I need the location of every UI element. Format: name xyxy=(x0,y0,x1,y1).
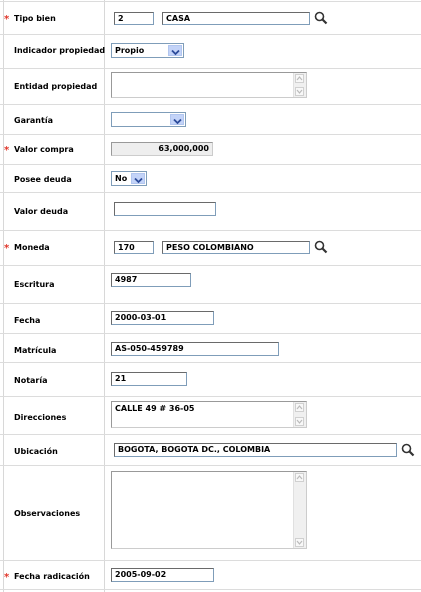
indicador-propiedad-select[interactable]: Propio xyxy=(111,43,184,58)
chevron-down-icon xyxy=(173,118,182,125)
observaciones-label: Observaciones xyxy=(14,509,81,518)
direcciones-textarea[interactable]: CALLE 49 # 36-05 xyxy=(111,401,307,428)
scrollbar[interactable] xyxy=(293,402,306,427)
dropdown-button[interactable] xyxy=(168,45,182,56)
fecha-radicacion-label: Fecha radicación xyxy=(14,572,90,581)
ubicacion-label: Ubicación xyxy=(14,447,58,456)
garantia-label: Garantía xyxy=(14,116,53,125)
tipo-bien-code-input[interactable]: 2 xyxy=(114,12,154,25)
entidad-propiedad-label: Entidad propiedad xyxy=(14,82,98,91)
fecha-label: Fecha xyxy=(14,316,41,325)
scroll-up-arrow[interactable] xyxy=(295,403,304,412)
scroll-down-arrow[interactable] xyxy=(295,87,304,96)
dropdown-button[interactable] xyxy=(170,114,184,125)
dropdown-button[interactable] xyxy=(131,173,145,184)
moneda-label: Moneda xyxy=(14,243,50,252)
posee-deuda-value: No xyxy=(115,174,128,183)
escritura-input[interactable]: 4987 xyxy=(111,273,191,287)
required-marker: * xyxy=(4,572,10,583)
fecha-input[interactable]: 2000-03-01 xyxy=(111,311,214,325)
chevron-down-icon xyxy=(171,49,180,56)
moneda-code-input[interactable]: 170 xyxy=(114,241,154,254)
direcciones-value: CALLE 49 # 36-05 xyxy=(115,404,195,413)
indicador-propiedad-label: Indicador propiedad xyxy=(14,46,106,55)
scroll-up-arrow[interactable] xyxy=(295,473,304,482)
scrollbar[interactable] xyxy=(293,73,306,97)
matricula-label: Matrícula xyxy=(14,346,57,355)
matricula-input[interactable]: AS-050-459789 xyxy=(111,342,279,356)
scrollbar[interactable] xyxy=(293,472,306,548)
tipo-bien-label: Tipo bien xyxy=(14,14,56,23)
posee-deuda-label: Posee deuda xyxy=(14,175,72,184)
escritura-label: Escritura xyxy=(14,280,55,289)
required-marker: * xyxy=(4,243,10,254)
required-marker: * xyxy=(4,145,10,156)
scroll-up-arrow[interactable] xyxy=(295,74,304,83)
fecha-radicacion-input[interactable]: 2005-09-02 xyxy=(111,568,214,582)
required-marker: * xyxy=(4,14,10,25)
posee-deuda-select[interactable]: No xyxy=(111,171,147,186)
entidad-propiedad-textarea[interactable] xyxy=(111,72,307,98)
moneda-name-input[interactable]: PESO COLOMBIANO xyxy=(162,241,310,254)
observaciones-textarea[interactable] xyxy=(111,471,307,549)
ubicacion-input[interactable]: BOGOTA, BOGOTA DC., COLOMBIA xyxy=(114,443,397,457)
search-icon[interactable] xyxy=(314,240,328,254)
garantia-select[interactable] xyxy=(111,112,186,127)
notaria-label: Notaría xyxy=(14,376,48,385)
valor-deuda-label: Valor deuda xyxy=(14,207,69,216)
indicador-propiedad-value: Propio xyxy=(115,46,145,55)
search-icon[interactable] xyxy=(401,443,415,457)
chevron-down-icon xyxy=(134,177,143,184)
tipo-bien-name-input[interactable]: CASA xyxy=(162,12,310,25)
notaria-input[interactable]: 21 xyxy=(111,372,187,386)
valor-compra-label: Valor compra xyxy=(14,145,74,154)
scroll-down-arrow[interactable] xyxy=(295,417,304,426)
direcciones-label: Direcciones xyxy=(14,413,67,422)
valor-deuda-input[interactable] xyxy=(114,202,216,216)
search-icon[interactable] xyxy=(314,11,328,25)
scroll-down-arrow[interactable] xyxy=(295,538,304,547)
valor-compra-input[interactable]: 63,000,000 xyxy=(111,142,213,156)
